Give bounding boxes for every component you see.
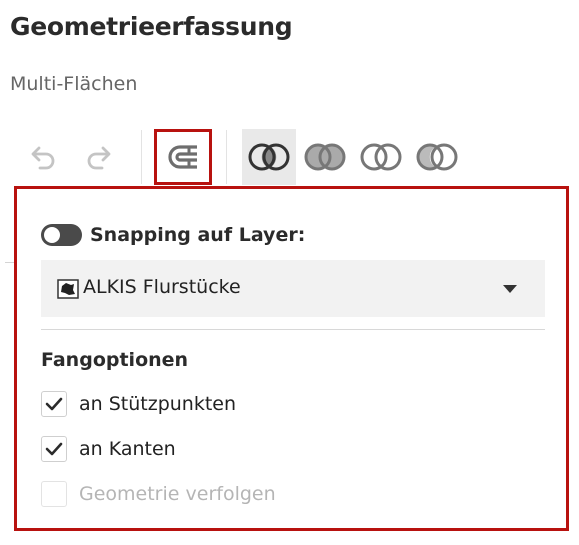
snapping-toggle-label: Snapping auf Layer:: [90, 224, 306, 246]
option-edges: an Kanten: [41, 436, 176, 462]
checkmark-icon: [45, 442, 63, 456]
selected-layer: ALKIS Flurstücke: [83, 276, 241, 298]
undo-icon: [31, 146, 55, 170]
parcel-map-icon: [57, 279, 79, 299]
toggle-knob: [44, 227, 60, 243]
union-icon: [248, 143, 290, 171]
redo-icon: [87, 146, 111, 170]
option-trace-geometry: Geometrie verfolgen: [41, 481, 276, 507]
symmetric-difference-button[interactable]: [410, 129, 464, 185]
snapping-layer-select[interactable]: ALKIS Flurstücke: [41, 260, 545, 317]
trace-geometry-checkbox[interactable]: [41, 481, 67, 507]
page-title: Geometrieerfassung: [10, 12, 293, 41]
snapping-toggle[interactable]: [41, 224, 82, 246]
option-label: an Kanten: [79, 438, 176, 460]
snapping-button[interactable]: [154, 129, 212, 185]
intersection-icon: [304, 143, 346, 171]
page-subtitle: Multi-Flächen: [10, 73, 138, 95]
toolbar-divider: [141, 130, 142, 184]
edges-checkbox[interactable]: [41, 436, 67, 462]
union-button[interactable]: [242, 129, 296, 185]
option-label: an Stützpunkten: [79, 393, 237, 415]
option-label: Geometrie verfolgen: [79, 483, 276, 505]
snapping-options-panel: Snapping auf Layer: ALKIS Flurstücke Fan…: [14, 186, 569, 531]
section-divider: [41, 329, 545, 330]
vertices-checkbox[interactable]: [41, 391, 67, 417]
toolbar-divider: [226, 130, 227, 184]
background-divider: [5, 262, 14, 263]
snap-options-heading: Fangoptionen: [41, 349, 189, 371]
snapping-toggle-row: Snapping auf Layer:: [41, 224, 305, 246]
xor-icon: [416, 143, 458, 171]
geometry-toolbar: [0, 128, 579, 186]
undo-button[interactable]: [24, 138, 64, 174]
difference-button[interactable]: [354, 129, 408, 185]
redo-button[interactable]: [78, 138, 118, 174]
caret-down-icon: [503, 285, 517, 293]
checkmark-icon: [45, 397, 63, 411]
intersection-button[interactable]: [298, 129, 352, 185]
option-vertices: an Stützpunkten: [41, 391, 236, 417]
magnet-icon: [168, 145, 197, 169]
difference-icon: [360, 143, 402, 171]
